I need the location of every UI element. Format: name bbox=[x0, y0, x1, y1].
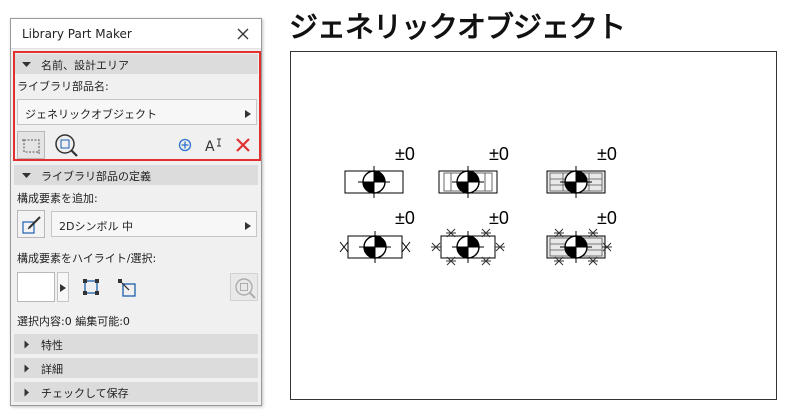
symbol-variant-3 bbox=[546, 165, 606, 199]
section-part-definition-label: ライブラリ部品の定義 bbox=[41, 170, 151, 183]
section-details-label: 詳細 bbox=[41, 363, 63, 376]
part-name-value: ジェネリックオブジェクト bbox=[25, 108, 157, 121]
text-cursor-icon: A bbox=[205, 138, 221, 155]
elevation-label: ±0 bbox=[395, 144, 415, 164]
element-type-value: 2Dシンボル 中 bbox=[59, 220, 133, 233]
add-element-button[interactable] bbox=[171, 131, 199, 159]
elevation-label: ±0 bbox=[597, 208, 617, 228]
chevron-right-icon bbox=[24, 340, 29, 349]
section-properties[interactable]: 特性 bbox=[14, 334, 258, 354]
palette-title: Library Part Maker bbox=[22, 27, 132, 41]
section-details[interactable]: 詳細 bbox=[14, 358, 258, 378]
chevron-right-icon bbox=[24, 364, 29, 373]
zoom-icon bbox=[235, 278, 256, 299]
chevron-down-icon bbox=[22, 62, 31, 67]
select-area-button[interactable] bbox=[17, 131, 45, 159]
part-name-dropdown[interactable]: ジェネリックオブジェクト bbox=[17, 99, 257, 125]
library-part-maker-palette: Library Part Maker 名前、設計エリア ライブラリ部品名: ジェ… bbox=[10, 18, 262, 406]
pencil-square-icon bbox=[22, 216, 41, 234]
symbol-variant-5 bbox=[430, 228, 506, 266]
section-properties-label: 特性 bbox=[41, 339, 63, 352]
symbol-variant-4 bbox=[339, 230, 411, 264]
part-name-label: ライブラリ部品名: bbox=[17, 80, 109, 93]
section-name-design-area-label: 名前、設計エリア bbox=[41, 59, 129, 72]
section-check-and-save[interactable]: チェックして保存 bbox=[14, 382, 258, 402]
chevron-right-icon bbox=[245, 222, 251, 230]
select-frame-icon bbox=[83, 279, 99, 295]
select-component-button[interactable] bbox=[112, 273, 140, 301]
elevation-label: ±0 bbox=[395, 208, 415, 228]
symbol-variant-6 bbox=[546, 228, 613, 266]
marquee-icon bbox=[22, 139, 40, 154]
highlight-select-label: 構成要素をハイライト/選択: bbox=[17, 252, 157, 265]
element-type-dropdown[interactable]: 2Dシンボル 中 bbox=[51, 211, 257, 237]
elevation-label: ±0 bbox=[597, 144, 617, 164]
zoom-selection-button[interactable] bbox=[230, 273, 258, 301]
plus-circle-icon bbox=[178, 138, 192, 152]
chevron-right-icon bbox=[245, 110, 251, 118]
chevron-down-icon bbox=[22, 173, 31, 178]
text-button[interactable]: A bbox=[200, 131, 228, 159]
delete-x-icon bbox=[236, 138, 250, 152]
select-component-icon bbox=[118, 279, 136, 297]
select-all-button[interactable] bbox=[77, 273, 105, 301]
preview-title: ジェネリックオブジェクト bbox=[289, 10, 626, 44]
section-name-design-area[interactable]: 名前、設計エリア bbox=[14, 54, 258, 74]
symbol-variant-2 bbox=[438, 165, 498, 199]
elevation-label: ±0 bbox=[489, 144, 509, 164]
svg-text:A: A bbox=[205, 139, 215, 155]
section-check-and-save-label: チェックして保存 bbox=[41, 387, 129, 400]
delete-button[interactable] bbox=[229, 131, 257, 159]
close-icon[interactable] bbox=[233, 24, 253, 44]
elevation-label: ±0 bbox=[489, 208, 509, 228]
zoom-icon bbox=[55, 134, 78, 157]
zoom-area-button[interactable] bbox=[52, 131, 80, 159]
symbol-preview: ±0 ±0 ±0 ±0 ±0 ±0 bbox=[339, 144, 617, 266]
symbol-variant-1 bbox=[344, 165, 404, 199]
chevron-right-icon bbox=[24, 388, 29, 397]
section-part-definition[interactable]: ライブラリ部品の定義 bbox=[14, 165, 258, 185]
symbol-2d-button[interactable] bbox=[17, 210, 45, 238]
chevron-right-icon bbox=[60, 284, 66, 292]
element-selector-dropdown[interactable] bbox=[57, 272, 69, 302]
preview-canvas: ±0 ±0 ±0 ±0 ±0 ±0 bbox=[290, 51, 777, 400]
add-element-label: 構成要素を追加: bbox=[17, 192, 98, 205]
element-selector[interactable] bbox=[17, 272, 55, 302]
selection-status: 選択内容:0 編集可能:0 bbox=[17, 315, 130, 328]
palette-titlebar[interactable]: Library Part Maker bbox=[11, 19, 261, 49]
